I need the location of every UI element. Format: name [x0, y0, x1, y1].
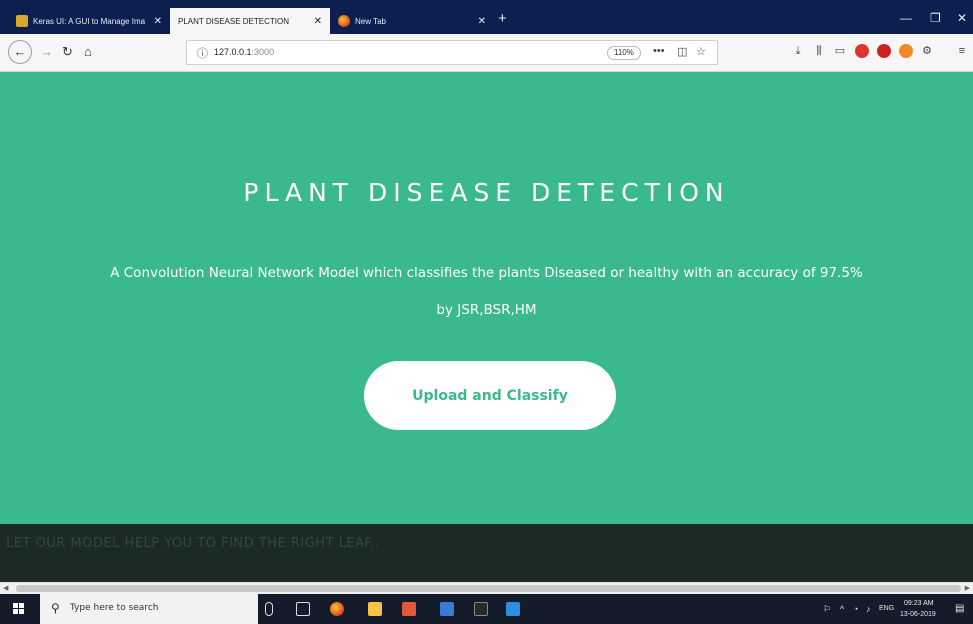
- close-icon[interactable]: ✕: [154, 16, 162, 27]
- minimize-icon[interactable]: —: [900, 9, 912, 27]
- vscode-icon[interactable]: [506, 602, 520, 616]
- app-blue-icon[interactable]: [440, 602, 454, 616]
- home-icon[interactable]: ⌂: [84, 43, 92, 61]
- footer-band: LET OUR MODEL HELP YOU TO FIND THE RIGHT…: [0, 524, 973, 582]
- sidebar-icon[interactable]: ▭: [833, 44, 847, 58]
- tab-new-tab[interactable]: New Tab ✕: [330, 8, 494, 34]
- taskbar-search-box[interactable]: ⚲ Type here to search: [40, 594, 258, 624]
- upload-and-classify-button[interactable]: Upload and Classify: [364, 361, 616, 430]
- keras-favicon-icon: [16, 15, 28, 27]
- taskbar-search-placeholder: Type here to search: [70, 603, 159, 613]
- tab-title: PLANT DISEASE DETECTION: [178, 16, 289, 26]
- reload-icon[interactable]: ↻: [62, 43, 73, 61]
- firefox-favicon-icon: [338, 15, 350, 27]
- close-icon[interactable]: ✕: [478, 16, 486, 27]
- address-bar[interactable]: ⓘ 127.0.0.1:3000 110% ••• ◫ ☆: [186, 40, 718, 65]
- microphone-icon[interactable]: [265, 602, 273, 616]
- url-port: :3000: [251, 47, 275, 57]
- downloads-icon[interactable]: ⤓: [791, 44, 805, 58]
- restore-icon[interactable]: ❐: [930, 9, 941, 27]
- page-authors: by JSR,BSR,HM: [436, 302, 537, 318]
- extension-gear-icon[interactable]: ⚙: [920, 44, 934, 58]
- library-icon[interactable]: ⫼: [812, 44, 826, 58]
- windows-start-icon[interactable]: [0, 594, 40, 624]
- firefox-taskbar-icon[interactable]: [330, 602, 344, 616]
- pocket-icon[interactable]: ◫: [677, 45, 687, 58]
- info-icon[interactable]: ⓘ: [197, 45, 208, 61]
- scrollbar-thumb[interactable]: [16, 585, 961, 592]
- tab-title: Keras UI: A GUI to Manage Ima: [33, 16, 146, 26]
- scroll-right-icon[interactable]: ▶: [965, 584, 970, 592]
- new-tab-plus-icon[interactable]: +: [498, 10, 507, 28]
- page-description: A Convolution Neural Network Model which…: [110, 265, 863, 281]
- task-view-icon[interactable]: [296, 602, 310, 616]
- app-red-icon[interactable]: [402, 602, 416, 616]
- tab-plant-disease[interactable]: PLANT DISEASE DETECTION ✕: [170, 8, 330, 34]
- url-text[interactable]: 127.0.0.1:3000: [214, 47, 274, 57]
- browser-tab-strip: Keras UI: A GUI to Manage Ima ✕ PLANT DI…: [0, 0, 973, 34]
- windows-taskbar: ⚲ Type here to search ⚐ ^ ◔ ♪ ENG 09:23 …: [0, 594, 973, 624]
- file-explorer-icon[interactable]: [368, 602, 382, 616]
- page-title: PLANT DISEASE DETECTION: [243, 178, 730, 207]
- extension-adblock-icon[interactable]: [877, 44, 891, 58]
- back-arrow-icon[interactable]: ←: [8, 40, 32, 64]
- search-icon: ⚲: [51, 601, 60, 615]
- close-window-icon[interactable]: ✕: [957, 9, 967, 27]
- tray-time[interactable]: 09:23 AM: [904, 600, 934, 607]
- horizontal-scrollbar[interactable]: ◀ ▶: [0, 582, 973, 594]
- url-host: 127.0.0.1: [214, 47, 252, 57]
- extension-stop-icon[interactable]: [855, 44, 869, 58]
- forward-arrow-icon[interactable]: →: [40, 43, 53, 61]
- bookmark-star-icon[interactable]: ☆: [696, 45, 706, 58]
- tray-language[interactable]: ENG: [879, 605, 894, 612]
- extension-orange-icon[interactable]: [899, 44, 913, 58]
- tray-volume-icon[interactable]: ♪: [866, 604, 871, 614]
- tray-chevron-up-icon[interactable]: ^: [840, 604, 844, 614]
- page-hero: PLANT DISEASE DETECTION A Convolution Ne…: [0, 72, 973, 524]
- footer-tagline: LET OUR MODEL HELP YOU TO FIND THE RIGHT…: [6, 536, 380, 551]
- scroll-left-icon[interactable]: ◀: [3, 584, 8, 592]
- tray-network-icon[interactable]: ◔: [853, 604, 858, 614]
- tab-keras-ui[interactable]: Keras UI: A GUI to Manage Ima ✕: [8, 8, 170, 34]
- browser-nav-bar: ← → ↻ ⌂ ⓘ 127.0.0.1:3000 110% ••• ◫ ☆ ⤓ …: [0, 34, 973, 72]
- terminal-icon[interactable]: [474, 602, 488, 616]
- tray-person-icon[interactable]: ⚐: [823, 604, 831, 615]
- notifications-icon[interactable]: ▤: [955, 603, 964, 614]
- menu-hamburger-icon[interactable]: ≡: [955, 44, 969, 58]
- tray-date[interactable]: 13-06-2019: [900, 611, 936, 618]
- close-icon[interactable]: ✕: [314, 16, 322, 27]
- tab-title: New Tab: [355, 16, 386, 26]
- zoom-level-badge[interactable]: 110%: [607, 46, 641, 60]
- more-actions-icon[interactable]: •••: [653, 45, 665, 57]
